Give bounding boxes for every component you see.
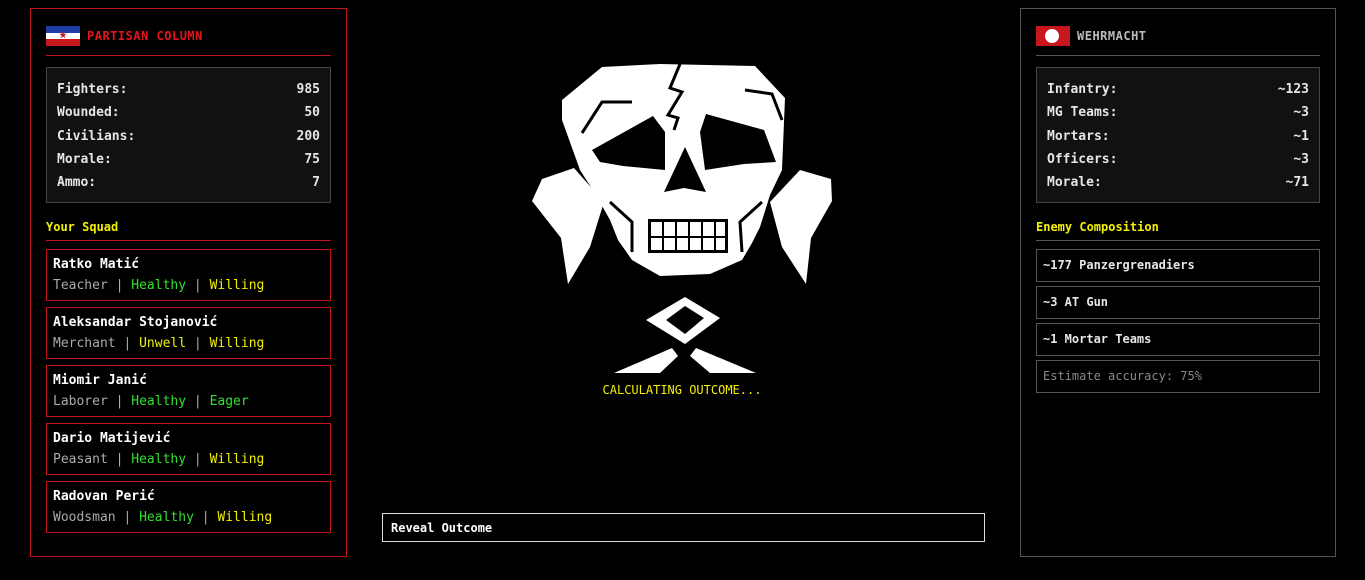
partisan-stats: Fighters: 985 Wounded: 50 Civilians: 200 Mo…	[46, 67, 331, 204]
member-attitude: Willing	[217, 510, 273, 526]
enemy-unit: ~177 Panzergrenadiers	[1036, 249, 1320, 283]
member-attitude: Willing	[209, 336, 265, 352]
enemy-unit: ~1 Mortar Teams	[1036, 323, 1320, 357]
stat-morale: Morale: 75	[57, 151, 320, 167]
stat-mortars: Mortars: ~1	[1047, 128, 1309, 144]
member-profession: Woodsman	[53, 510, 116, 526]
member-attitude: Eager	[209, 394, 249, 410]
squad-member[interactable]: Miomir Janić Laborer | Healthy | Eager	[46, 365, 331, 418]
member-health: Healthy	[131, 452, 187, 468]
member-name: Dario Matijević	[53, 431, 171, 447]
yugoslav-flag-icon	[46, 26, 80, 47]
member-profession: Teacher	[53, 278, 108, 294]
member-name: Miomir Janić	[53, 373, 147, 389]
stat-wounded: Wounded: 50	[57, 105, 320, 121]
partisan-header: PARTISAN COLUMN	[46, 21, 331, 56]
german-flag-icon	[1036, 26, 1070, 46]
stat-ammo: Ammo: 7	[57, 175, 320, 191]
stat-enemy-morale: Morale: ~71	[1047, 175, 1309, 191]
stat-civilians: Civilians: 200	[57, 128, 320, 144]
member-profession: Peasant	[53, 452, 108, 468]
member-health: Healthy	[131, 278, 187, 294]
wehrmacht-header: WEHRMACHT	[1036, 21, 1320, 56]
calculating-status: CALCULATING OUTCOME...	[602, 383, 762, 397]
squad-member[interactable]: Dario Matijević Peasant | Healthy | Will…	[46, 423, 331, 476]
member-attitude: Willing	[209, 452, 265, 468]
member-health: Healthy	[139, 510, 194, 526]
member-name: Aleksandar Stojanović	[53, 315, 218, 331]
squad-member[interactable]: Ratko Matić Teacher | Healthy | Willing	[46, 249, 331, 302]
partisan-panel: PARTISAN COLUMN Fighters: 985 Wounded: 50 …	[30, 8, 347, 557]
squad-title: Your Squad	[46, 220, 331, 242]
squad-member[interactable]: Aleksandar Stojanović Merchant | Unwell …	[46, 307, 331, 360]
partisan-faction-name: PARTISAN COLUMN	[87, 29, 203, 43]
member-attitude: Willing	[209, 278, 265, 294]
member-health: Unwell	[139, 336, 187, 352]
enemy-composition-list: ~177 Panzergrenadiers ~3 AT Gun ~1 Morta…	[1036, 249, 1320, 394]
wehrmacht-panel: WEHRMACHT Infantry: ~123 MG Teams: ~3 Mort…	[1020, 8, 1336, 557]
member-profession: Merchant	[53, 336, 116, 352]
estimate-accuracy: Estimate accuracy: 75%	[1036, 360, 1320, 394]
stat-fighters: Fighters: 985	[57, 82, 320, 97]
member-name: Radovan Perić	[53, 489, 155, 505]
squad-member[interactable]: Radovan Perić Woodsman | Healthy | Willi…	[46, 481, 331, 534]
stat-officers: Officers: ~3	[1047, 151, 1309, 167]
enemy-unit: ~3 AT Gun	[1036, 286, 1320, 320]
wehrmacht-faction-name: WEHRMACHT	[1077, 29, 1147, 43]
enemy-composition-title: Enemy Composition	[1036, 220, 1320, 242]
skull-icon	[532, 63, 832, 373]
reveal-outcome-button[interactable]: Reveal Outcome	[382, 513, 985, 542]
squad-list: Ratko Matić Teacher | Healthy | Willing …	[46, 249, 331, 534]
member-profession: Laborer	[53, 394, 108, 410]
member-name: Ratko Matić	[53, 257, 140, 273]
stat-infantry: Infantry: ~123	[1047, 82, 1309, 97]
enemy-stats: Infantry: ~123 MG Teams: ~3 Mortars: ~1 Off…	[1036, 67, 1320, 204]
member-health: Healthy	[131, 394, 187, 410]
stat-mg-teams: MG Teams: ~3	[1047, 105, 1309, 121]
